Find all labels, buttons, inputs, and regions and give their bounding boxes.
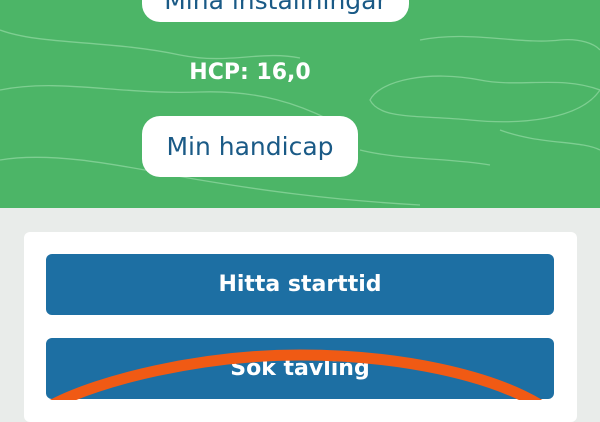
my-handicap-label: Min handicap [166, 132, 334, 161]
search-competition-label: Sök tävling [230, 356, 370, 381]
find-tee-time-button[interactable]: Hitta starttid [46, 254, 554, 315]
header-banner: Mina inställningar HCP: 16,0 Min handica… [0, 0, 600, 208]
handicap-value: HCP: 16,0 [189, 60, 311, 85]
my-settings-button[interactable]: Mina inställningar [142, 0, 409, 22]
search-competition-button[interactable]: Sök tävling [46, 338, 554, 399]
actions-card: Hitta starttid Sök tävling [24, 232, 577, 422]
find-tee-time-label: Hitta starttid [218, 272, 382, 297]
my-settings-label: Mina inställningar [164, 0, 387, 15]
my-handicap-button[interactable]: Min handicap [142, 116, 358, 177]
